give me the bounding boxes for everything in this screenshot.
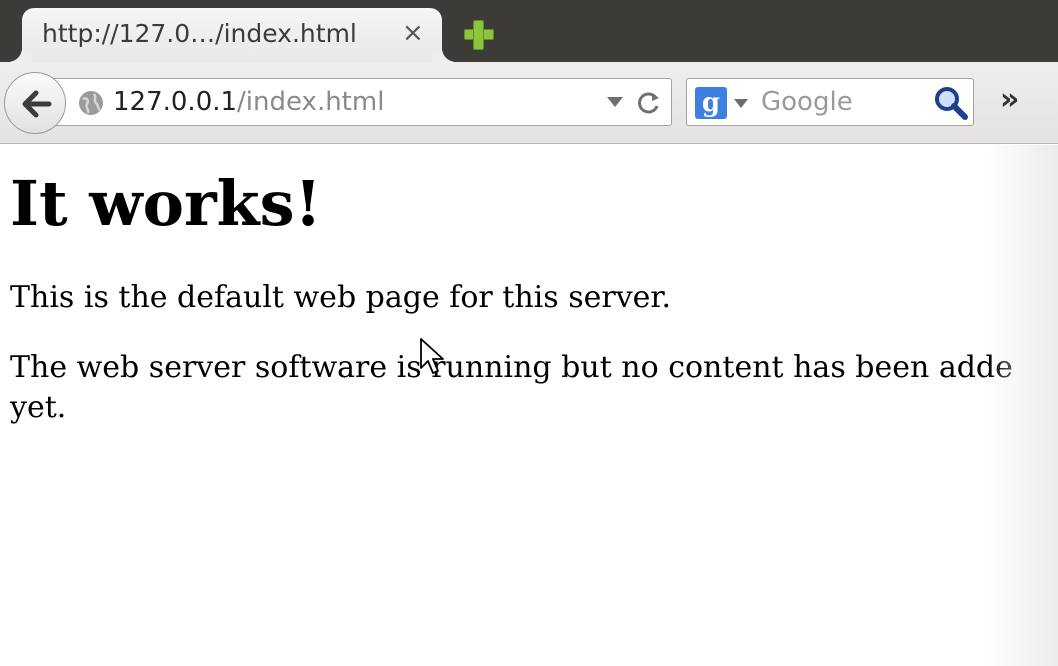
reload-icon[interactable] [635,89,663,117]
url-text[interactable]: 127.0.0.1/index.html [113,87,384,117]
tab-strip: http://127.0…/index.html × [0,0,1058,62]
url-bar[interactable]: 127.0.0.1/index.html [42,78,672,126]
paragraph-default-page: This is the default web page for this se… [10,280,671,315]
search-placeholder[interactable]: Google [761,87,853,117]
close-icon[interactable]: × [402,18,424,48]
paragraph-server-running-line2: yet. [10,390,67,425]
search-bar[interactable]: g Google [686,78,974,126]
magnifier-icon[interactable] [933,85,969,121]
url-path: /index.html [237,87,385,117]
browser-tab[interactable]: http://127.0…/index.html × [22,8,442,62]
scroll-edge-shadow [988,145,1058,666]
page-heading: It works! [10,167,322,240]
navigation-toolbar: 127.0.0.1/index.html g Google » [0,62,1058,144]
back-arrow-icon [22,90,52,118]
overflow-chevron-icon[interactable]: » [1000,82,1019,117]
globe-icon [79,91,103,115]
search-engine-icon[interactable]: g [695,87,727,119]
tab-title: http://127.0…/index.html [42,19,357,48]
new-tab-icon[interactable] [462,18,496,52]
url-host: 127.0.0.1 [113,87,238,117]
page-content: It works! This is the default web page f… [0,145,1058,666]
paragraph-server-running-line1: The web server software is running but n… [10,350,1013,385]
back-button[interactable] [4,72,66,134]
mouse-cursor-icon [420,338,444,374]
engine-dropdown-icon[interactable] [734,99,748,108]
history-dropdown-icon[interactable] [607,97,623,107]
